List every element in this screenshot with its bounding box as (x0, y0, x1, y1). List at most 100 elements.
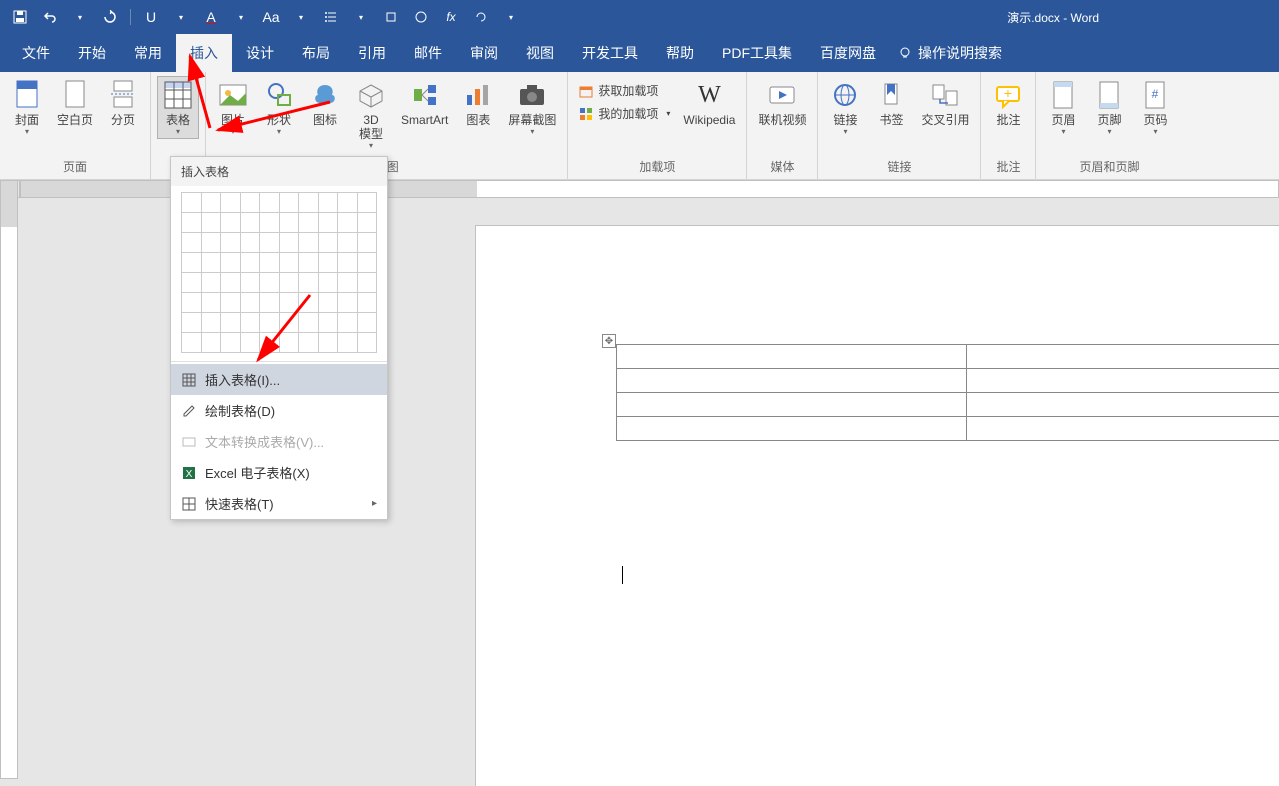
excel-spreadsheet-item[interactable]: X Excel 电子表格(X) (171, 457, 387, 488)
icons-button[interactable]: 图标 (304, 76, 346, 130)
header-button[interactable]: 页眉▾ (1042, 76, 1084, 139)
table-row (617, 369, 1279, 393)
save-icon (13, 10, 27, 24)
chart-button[interactable]: 图表 (457, 76, 499, 130)
text-cursor (622, 566, 623, 584)
comment-icon: + (993, 81, 1023, 109)
ribbon-tabs: 文件 开始 常用 插入 设计 布局 引用 邮件 审阅 视图 开发工具 帮助 PD… (0, 34, 1279, 72)
qat-customize[interactable]: ▾ (501, 7, 521, 27)
tab-developer[interactable]: 开发工具 (568, 34, 652, 72)
font-color-dropdown[interactable]: ▾ (231, 7, 251, 27)
tab-file[interactable]: 文件 (8, 34, 64, 72)
screenshot-button[interactable]: 屏幕截图▾ (503, 76, 561, 139)
svg-text:+: + (1004, 85, 1012, 101)
shapes-icon (264, 81, 294, 109)
footer-icon (1097, 80, 1121, 110)
cover-page-icon (13, 79, 41, 111)
undo-button[interactable] (40, 7, 60, 27)
insert-table-item[interactable]: 插入表格(I)... (171, 364, 387, 395)
tab-pdf[interactable]: PDF工具集 (708, 34, 806, 72)
change-case-dropdown[interactable]: ▾ (291, 7, 311, 27)
redo-icon (103, 10, 117, 24)
undo-icon (43, 10, 57, 24)
smartart-button[interactable]: SmartArt (396, 76, 453, 130)
document-page[interactable]: ✥ (476, 226, 1279, 786)
page-number-button[interactable]: # 页码▾ (1134, 76, 1176, 139)
group-pages: 封面▾ 空白页 分页 页面 (0, 72, 151, 179)
tab-mailings[interactable]: 邮件 (400, 34, 456, 72)
quick-table-icon (182, 497, 196, 511)
tab-view[interactable]: 视图 (512, 34, 568, 72)
quick-tables-item[interactable]: 快速表格(T) ▸ (171, 488, 387, 519)
tab-design[interactable]: 设计 (232, 34, 288, 72)
tab-review[interactable]: 审阅 (456, 34, 512, 72)
underline-button[interactable]: U (141, 7, 161, 27)
redo-button[interactable] (100, 7, 120, 27)
svg-text:#: # (1152, 87, 1159, 101)
cross-reference-button[interactable]: 交叉引用 (916, 76, 974, 130)
title-bar: ▾ U ▾ A ▾ Aa ▾ ▾ fx ▾ 演示.docx - Word (0, 0, 1279, 34)
vertical-ruler[interactable] (0, 180, 18, 779)
page-break-icon (111, 79, 135, 111)
qat-separator (130, 9, 131, 25)
table-button[interactable]: 表格▾ (157, 76, 199, 139)
draw-table-item[interactable]: 绘制表格(D) (171, 395, 387, 426)
bookmark-icon (879, 81, 903, 109)
font-color-button[interactable]: A (201, 7, 221, 27)
tab-references[interactable]: 引用 (344, 34, 400, 72)
shape-button[interactable] (411, 7, 431, 27)
table-grid-picker[interactable] (171, 186, 387, 359)
shapes-button[interactable]: 形状▾ (258, 76, 300, 139)
convert-text-item: 文本转换成表格(V)... (171, 426, 387, 457)
store-icon (578, 83, 594, 99)
svg-text:X: X (186, 469, 193, 480)
comment-button[interactable]: + 批注 (987, 76, 1029, 130)
get-addins-button[interactable]: 获取加载项 (574, 80, 674, 101)
tab-home[interactable]: 开始 (64, 34, 120, 72)
link-icon (830, 81, 860, 109)
tab-help[interactable]: 帮助 (652, 34, 708, 72)
link-button[interactable]: 链接▾ (824, 76, 866, 139)
table-row (617, 417, 1279, 441)
pictures-button[interactable]: 图片▾ (212, 76, 254, 139)
tab-insert[interactable]: 插入 (176, 34, 232, 72)
tab-layout[interactable]: 布局 (288, 34, 344, 72)
fx-button[interactable]: fx (441, 7, 461, 27)
refresh-button[interactable] (471, 7, 491, 27)
table-dropdown: 插入表格 插入表格(I)... 绘制表格(D) 文本转换成表格(V)... X … (170, 156, 388, 520)
my-addins-button[interactable]: 我的加载项▾ (574, 103, 674, 124)
3d-models-button[interactable]: 3D 模型▾ (350, 76, 392, 153)
group-links: 链接▾ 书签 交叉引用 链接 (818, 72, 981, 179)
document-table[interactable] (616, 344, 1279, 441)
change-case-button[interactable]: Aa (261, 7, 281, 27)
footer-button[interactable]: 页脚▾ (1088, 76, 1130, 139)
list-button[interactable] (321, 7, 341, 27)
wikipedia-button[interactable]: W Wikipedia (678, 76, 740, 130)
wikipedia-icon: W (693, 79, 725, 111)
underline-dropdown[interactable]: ▾ (171, 7, 191, 27)
refresh-icon (474, 10, 488, 24)
tab-common[interactable]: 常用 (120, 34, 176, 72)
group-addins: 获取加载项 我的加载项▾ W Wikipedia 加载项 (568, 72, 747, 179)
save-button[interactable] (10, 7, 30, 27)
convert-icon (182, 435, 196, 449)
group-media: 联机视频 媒体 (747, 72, 818, 179)
header-icon (1051, 80, 1075, 110)
dropdown-title: 插入表格 (171, 157, 387, 186)
submenu-arrow-icon: ▸ (372, 498, 377, 509)
online-video-button[interactable]: 联机视频 (753, 76, 811, 130)
circle-icon (414, 10, 428, 24)
pencil-icon (182, 404, 196, 418)
window-title: 演示.docx - Word (1007, 9, 1099, 26)
quick-access-toolbar: ▾ U ▾ A ▾ Aa ▾ ▾ fx ▾ (0, 7, 521, 27)
table-move-handle[interactable]: ✥ (602, 334, 616, 348)
bookmark-button[interactable]: 书签 (870, 76, 912, 130)
cover-page-button[interactable]: 封面▾ (6, 76, 48, 139)
undo-dropdown[interactable]: ▾ (70, 7, 90, 27)
blank-page-button[interactable]: 空白页 (52, 76, 98, 130)
page-break-button[interactable]: 分页 (102, 76, 144, 130)
tab-baidu[interactable]: 百度网盘 (806, 34, 890, 72)
tell-me-search[interactable]: 操作说明搜索 (898, 34, 1002, 72)
list-dropdown[interactable]: ▾ (351, 7, 371, 27)
touch-mode-button[interactable] (381, 7, 401, 27)
